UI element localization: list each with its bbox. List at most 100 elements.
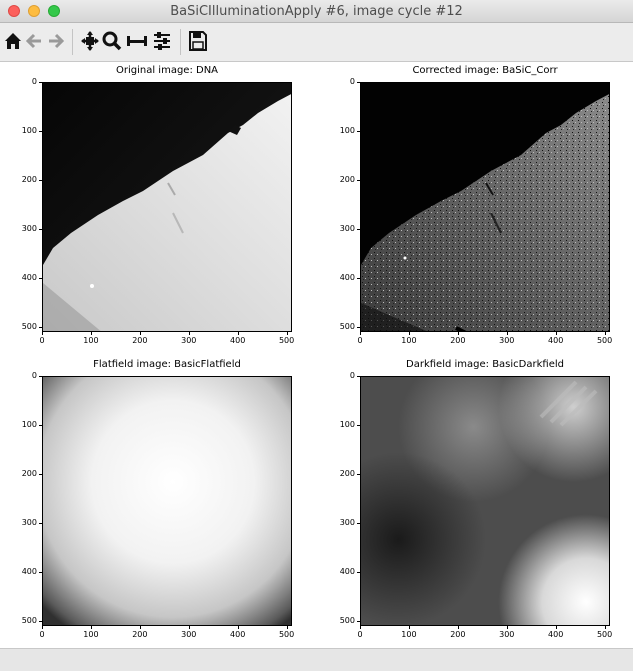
- x-tick-label: 0: [39, 336, 45, 345]
- x-tick-label: 400: [548, 336, 564, 345]
- x-tick-label: 200: [132, 630, 148, 639]
- y-tick-mark: [357, 179, 360, 181]
- y-tick-mark: [39, 82, 42, 83]
- x-tick-label: 300: [499, 336, 515, 345]
- window-title: BaSiCIlluminationApply #6, image cycle #…: [170, 4, 463, 19]
- x-tick-label: 400: [230, 630, 246, 639]
- y-tick-label: 0: [31, 371, 37, 380]
- forward-arrow-icon: [49, 33, 65, 49]
- y-tick-mark: [39, 179, 42, 181]
- x-tick-label: 100: [83, 336, 99, 345]
- y-tick-label: 100: [21, 125, 37, 135]
- title-bar: BaSiCIlluminationApply #6, image cycle #…: [0, 0, 633, 23]
- x-tick-mark: [42, 626, 43, 629]
- x-tick-mark: [139, 626, 141, 629]
- x-tick-mark: [604, 626, 606, 629]
- y-tick-mark: [39, 571, 42, 573]
- back-button[interactable]: [25, 29, 43, 53]
- y-tick-mark: [357, 277, 360, 279]
- x-tick-label: 100: [401, 630, 417, 639]
- darkfield-image: [360, 376, 610, 626]
- y-tick-label: 200: [339, 468, 355, 478]
- customize-button[interactable]: [152, 29, 172, 53]
- y-tick-label: 500: [339, 321, 355, 331]
- y-tick-label: 300: [21, 223, 37, 233]
- y-tick-label: 500: [21, 321, 37, 331]
- y-tick-mark: [357, 571, 360, 573]
- figure-canvas[interactable]: Original image: DNA Corrected image: BaS…: [0, 62, 633, 648]
- y-tick-mark: [39, 522, 42, 524]
- y-tick-mark: [357, 228, 360, 230]
- panel-title-original: Original image: DNA: [115, 65, 219, 76]
- x-tick-label: 0: [39, 630, 45, 639]
- y-tick-mark: [39, 228, 42, 230]
- y-tick-label: 100: [339, 125, 355, 135]
- x-tick-mark: [188, 332, 190, 335]
- y-tick-mark: [39, 130, 42, 132]
- x-tick-mark: [555, 626, 557, 629]
- y-tick-label: 300: [21, 517, 37, 527]
- x-tick-label: 300: [499, 630, 515, 639]
- home-icon: [5, 33, 21, 49]
- y-tick-mark: [357, 473, 360, 475]
- flatfield-image: [42, 376, 292, 626]
- x-tick-mark: [604, 332, 606, 335]
- y-tick-label: 400: [21, 272, 37, 282]
- save-button[interactable]: [188, 29, 208, 53]
- y-tick-mark: [39, 620, 42, 622]
- x-tick-label: 100: [401, 336, 417, 345]
- x-tick-label: 400: [230, 336, 246, 345]
- app-window: BaSiCIlluminationApply #6, image cycle #…: [0, 0, 633, 671]
- x-tick-mark: [139, 332, 141, 335]
- x-tick-mark: [237, 626, 239, 629]
- save-icon: [189, 31, 207, 51]
- home-button[interactable]: [4, 29, 22, 53]
- x-tick-mark: [90, 332, 92, 335]
- y-tick-label: 100: [339, 419, 355, 429]
- toolbar: [0, 23, 633, 62]
- x-tick-label: 0: [357, 336, 363, 345]
- forward-button[interactable]: [47, 29, 65, 53]
- x-tick-label: 200: [450, 630, 466, 639]
- subplot-adjust-icon: [127, 36, 147, 46]
- zoom-button[interactable]: [102, 29, 122, 53]
- x-tick-label: 200: [132, 336, 148, 345]
- y-tick-label: 100: [21, 419, 37, 429]
- y-tick-label: 300: [339, 223, 355, 233]
- x-tick-label: 200: [450, 336, 466, 345]
- panel-title-flatfield: Flatfield image: BasicFlatfield: [93, 359, 241, 370]
- toolbar-separator: [180, 29, 181, 55]
- x-tick-mark: [90, 626, 92, 629]
- x-tick-mark: [506, 626, 508, 629]
- x-tick-label: 500: [596, 630, 613, 639]
- original-image: [42, 82, 292, 332]
- x-tick-label: 500: [596, 336, 613, 345]
- x-tick-label: 500: [278, 336, 295, 345]
- x-tick-label: 500: [278, 630, 295, 639]
- panel-title-darkfield: Darkfield image: BasicDarkfield: [406, 359, 564, 370]
- y-tick-label: 500: [21, 615, 37, 625]
- pan-icon: [81, 31, 99, 51]
- y-tick-label: 0: [349, 371, 355, 380]
- zoom-icon: [102, 31, 122, 51]
- x-tick-mark: [506, 332, 508, 335]
- x-tick-mark: [555, 332, 557, 335]
- corrected-image: [360, 82, 610, 332]
- y-tick-mark: [39, 376, 42, 377]
- x-tick-mark: [457, 332, 459, 335]
- x-tick-mark: [188, 626, 190, 629]
- subplots-button[interactable]: [126, 29, 148, 53]
- y-tick-label: 300: [339, 517, 355, 527]
- toolbar-separator: [72, 29, 73, 55]
- y-tick-mark: [357, 376, 360, 377]
- y-tick-mark: [357, 620, 360, 622]
- x-tick-label: 400: [548, 630, 564, 639]
- y-tick-mark: [357, 522, 360, 524]
- y-tick-mark: [39, 277, 42, 279]
- back-arrow-icon: [25, 33, 41, 49]
- x-tick-mark: [360, 626, 361, 629]
- x-tick-label: 300: [181, 336, 197, 345]
- y-tick-mark: [357, 130, 360, 132]
- x-tick-mark: [286, 626, 288, 629]
- pan-button[interactable]: [80, 29, 100, 53]
